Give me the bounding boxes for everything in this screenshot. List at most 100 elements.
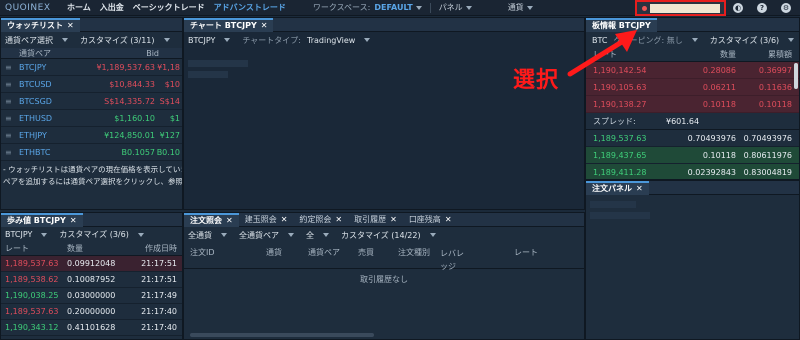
watchlist-row[interactable]: ≡ ETHBTC B0.1057 B0.10 xyxy=(1,144,182,161)
drag-handle-icon[interactable]: ≡ xyxy=(1,97,15,106)
bid-row[interactable]: 1,189,437.65 0.10118 0.80611976 xyxy=(586,147,799,164)
trade-row: 1,190,038.25 0.03000000 21:17:49 xyxy=(1,288,182,304)
pair-name: BTCJPY xyxy=(19,62,47,72)
bid-cumulative: 0.83004819 xyxy=(743,167,792,177)
trade-qty: 0.20000000 xyxy=(67,307,116,316)
tab-label: ウォッチリスト xyxy=(7,20,63,30)
chevron-down-icon xyxy=(163,38,170,42)
bid-value-next: B0.10 xyxy=(156,147,180,157)
close-icon[interactable]: ✕ xyxy=(335,215,342,224)
nav-basic-trade[interactable]: ベーシックトレード xyxy=(133,2,205,13)
drag-handle-icon[interactable]: ≡ xyxy=(1,80,15,89)
currency-menu[interactable]: 通貨 xyxy=(508,2,533,13)
close-icon[interactable]: ✕ xyxy=(445,215,452,224)
chevron-down-icon xyxy=(323,233,329,237)
customize-dropdown[interactable]: カスタマイズ (3/11) xyxy=(80,35,176,46)
trade-row: 1,189,537.63 0.20000000 21:17:40 xyxy=(1,304,182,320)
watchlist-row[interactable]: ≡ ETHJPY ¥124,850.01 ¥127 xyxy=(1,127,182,144)
trade-qty: 0.09912048 xyxy=(67,259,116,268)
customize-dropdown[interactable]: カスタマイズ (3/6) xyxy=(59,229,149,240)
bid-value-next: $1 xyxy=(169,113,180,123)
chevron-down-icon xyxy=(41,232,48,237)
tab-orders-1[interactable]: 建玉照会 ✕ xyxy=(239,213,294,227)
status-dot-icon xyxy=(642,6,647,11)
tab-orders-3[interactable]: 取引履歴 ✕ xyxy=(348,213,403,227)
trade-rate: 1,190,343.12 xyxy=(5,323,59,332)
chevron-down-icon xyxy=(788,38,795,42)
chevron-down-icon xyxy=(429,233,436,237)
drag-handle-icon[interactable]: ≡ xyxy=(1,63,15,72)
bid-row[interactable]: 1,189,537.63 0.70493976 0.70493976 xyxy=(586,130,799,147)
customize-dropdown[interactable]: カスタマイズ (3/6) xyxy=(710,35,799,46)
chart-placeholder xyxy=(188,60,248,67)
theme-icon[interactable]: ◐ xyxy=(733,3,743,13)
tab-label: 建玉照会 xyxy=(244,214,277,224)
customize-dropdown[interactable]: カスタマイズ (14/22) xyxy=(341,230,442,241)
nav-deposit-withdraw[interactable]: 入出金 xyxy=(100,2,124,13)
trade-rate: 1,190,038.25 xyxy=(5,291,59,300)
tab-watchlist[interactable]: ウォッチリスト ✕ xyxy=(1,18,80,32)
horizontal-scrollbar[interactable] xyxy=(190,333,374,337)
tab-chart[interactable]: チャート BTCJPY ✕ xyxy=(184,18,274,32)
pair-select-dropdown[interactable]: 通貨ペア選択 xyxy=(5,35,74,46)
watchlist-row[interactable]: ≡ BTCUSD $10,844.33 $10 xyxy=(1,76,182,93)
bid-qty: 0.02392843 xyxy=(687,167,736,177)
nav-home[interactable]: ホーム xyxy=(67,2,91,13)
watchlist-row[interactable]: ≡ BTCSGD S$14,335.72 S$14 xyxy=(1,93,182,110)
chart-pair-dropdown[interactable]: BTCJPY xyxy=(188,36,236,45)
bid-row[interactable]: 1,189,411.28 0.02392843 0.83004819 xyxy=(586,164,799,179)
chart-type-dropdown[interactable]: TradingView xyxy=(307,36,376,45)
settings-icon[interactable]: ⚙ xyxy=(781,3,791,13)
tab-label: 注文照会 xyxy=(190,215,222,225)
drag-handle-icon[interactable]: ≡ xyxy=(1,114,15,123)
pair-name: BTCSGD xyxy=(19,96,52,106)
column-header-order-type: 注文種別 xyxy=(398,248,430,257)
drag-handle-icon[interactable]: ≡ xyxy=(1,148,15,157)
tab-order-panel[interactable]: 注文パネル ✕ xyxy=(586,181,649,195)
close-icon[interactable]: ✕ xyxy=(226,216,233,225)
close-icon[interactable]: ✕ xyxy=(70,216,77,225)
tab-orders-2[interactable]: 約定照会 ✕ xyxy=(293,213,348,227)
ask-cumulative: 0.10118 xyxy=(758,99,792,109)
panel-menu[interactable]: パネル xyxy=(439,2,472,13)
ask-row[interactable]: 1,190,138.27 0.10118 0.10118 xyxy=(586,96,799,113)
filter-currency-dropdown[interactable]: 全通貨 xyxy=(188,230,233,241)
chevron-down-icon xyxy=(465,5,472,10)
customize-label: カスタマイズ (3/11) xyxy=(80,35,155,45)
tab-trades[interactable]: 歩み値 BTCJPY ✕ xyxy=(1,213,83,227)
trades-pair-dropdown[interactable]: BTCJPY xyxy=(5,230,53,239)
watchlist-row[interactable]: ≡ BTCJPY ¥1,189,537.63 ¥1,18 xyxy=(1,59,182,76)
chart-pair-label: BTCJPY xyxy=(188,35,216,45)
workspace-selector[interactable]: ワークスペース: DEFAULT xyxy=(313,2,422,13)
bid-value: ¥1,189,537.63 xyxy=(96,62,155,72)
drag-handle-icon[interactable]: ≡ xyxy=(1,131,15,140)
column-header-pair[interactable]: 通貨ペア xyxy=(1,48,81,59)
ask-cumulative: 0.36997 xyxy=(758,65,792,75)
orderbook-bids: 1,189,537.63 0.70493976 0.70493976 1,189,43… xyxy=(586,130,799,179)
bid-qty: 0.10118 xyxy=(702,150,736,160)
chevron-down-icon xyxy=(62,38,68,42)
column-header-bid[interactable]: Bid xyxy=(81,49,159,58)
tab-orders-0[interactable]: 注文照会 ✕ xyxy=(184,213,239,227)
chart-type-value: TradingView xyxy=(307,35,356,45)
workspace-value: DEFAULT xyxy=(374,3,413,12)
scrollbar[interactable] xyxy=(794,63,798,89)
tab-orders-4[interactable]: 口座残高 ✕ xyxy=(403,213,458,227)
close-icon[interactable]: ✕ xyxy=(636,184,643,193)
watchlist-row[interactable]: ≡ ETHUSD $1,160.10 $1 xyxy=(1,110,182,127)
close-icon[interactable]: ✕ xyxy=(281,215,288,224)
filter-pair-dropdown[interactable]: 全通貨ペア xyxy=(239,230,300,241)
close-icon[interactable]: ✕ xyxy=(390,215,397,224)
close-icon[interactable]: ✕ xyxy=(67,21,74,30)
quoinex-logo[interactable]: QUOINEX xyxy=(5,3,67,13)
bid-value: $10,844.33 xyxy=(109,79,155,89)
trade-rows: 1,189,537.63 0.09912048 21:17:51 1,189,538.… xyxy=(1,256,182,336)
nav-advanced-trade[interactable]: アドバンストレード xyxy=(214,2,286,13)
filter-all-dropdown[interactable]: 全 xyxy=(306,230,335,241)
close-icon[interactable]: ✕ xyxy=(261,21,268,30)
watchlist-panel: ウォッチリスト ✕ 通貨ペア選択 カスタマイズ (3/11) 通貨ペア Bid ≡… xyxy=(0,17,183,210)
help-icon[interactable]: ? xyxy=(757,3,767,13)
account-selector[interactable] xyxy=(635,0,726,16)
orders-panel: 注文照会 ✕ 建玉照会 ✕ 約定照会 ✕ 取引履歴 ✕ 口座残高 ✕ 全通貨 全通貨ペア 全 カス… xyxy=(183,212,585,340)
trades-pair-label: BTCJPY xyxy=(5,230,33,239)
